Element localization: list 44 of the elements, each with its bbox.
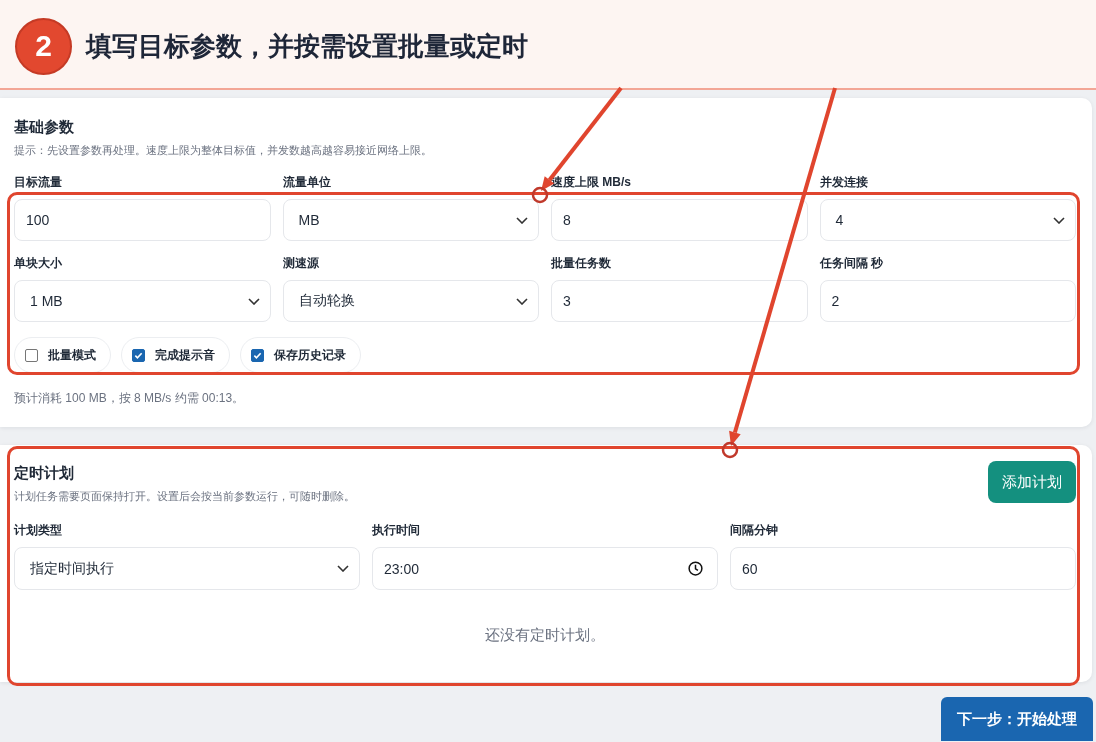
section-hint: 提示：先设置参数再处理。速度上限为整体目标值，并发数越高越容易接近网络上限。 [14, 143, 433, 158]
add-plan-button[interactable]: 添加计划 [988, 461, 1076, 503]
field-label: 速度上限 MB/s [551, 174, 632, 191]
text-input[interactable]: 60 [730, 547, 1076, 590]
time-field[interactable]: 23:00 [372, 547, 718, 590]
checkbox[interactable] [25, 348, 38, 362]
text-input[interactable]: 8 [551, 199, 808, 241]
select-field[interactable]: MB [282, 199, 539, 241]
chevron-down-icon [516, 216, 528, 224]
text-input[interactable]: 2 [819, 280, 1076, 322]
field-label: 目标流量 [14, 174, 63, 191]
select-field[interactable]: 自动轮换 [282, 280, 539, 322]
text-input[interactable]: 3 [551, 280, 808, 322]
chevron-down-icon [247, 297, 260, 305]
step-title: 填写目标参数，并按需设置批量或定时 [86, 29, 528, 63]
next-step-button[interactable]: 下一步：开始处理 [941, 697, 1093, 741]
select-field[interactable]: 1 MB [14, 280, 271, 322]
section-title: 基础参数 [14, 117, 75, 137]
chevron-down-icon [516, 297, 528, 305]
section-title: 定时计划 [14, 463, 75, 483]
field-label: 批量任务数 [551, 255, 612, 272]
field-label: 单块大小 [14, 255, 63, 272]
field-label: 测速源 [282, 255, 320, 272]
empty-message: 还没有定时计划。 [484, 625, 606, 645]
checkbox-pill[interactable]: 批量模式 [14, 337, 111, 373]
select-field[interactable]: 4 [819, 199, 1076, 241]
field-label: 计划类型 [14, 522, 63, 539]
field-label: 并发连接 [819, 174, 869, 191]
clock-icon [688, 561, 703, 576]
select-field[interactable]: 指定时间执行 [14, 547, 360, 590]
checkbox-pill[interactable]: 完成提示音 [121, 337, 230, 373]
checkbox[interactable] [132, 348, 145, 362]
estimate-text: 预计消耗 100 MB，按 8 MB/s 约需 00:13。 [14, 390, 246, 407]
text-input[interactable]: 100 [14, 199, 271, 241]
field-label: 流量单位 [282, 174, 332, 191]
field-label: 执行时间 [372, 522, 421, 539]
checkbox-pill[interactable]: 保存历史记录 [240, 337, 361, 373]
field-label: 任务间隔 秒 [819, 255, 884, 272]
chevron-down-icon [337, 565, 349, 572]
field-label: 间隔分钟 [730, 522, 779, 539]
step-number: 2 [15, 17, 72, 75]
chevron-down-icon [1053, 216, 1065, 224]
checkbox[interactable] [251, 348, 264, 362]
section-hint: 计划任务需要页面保持打开。设置后会按当前参数运行，可随时删除。 [14, 489, 355, 504]
